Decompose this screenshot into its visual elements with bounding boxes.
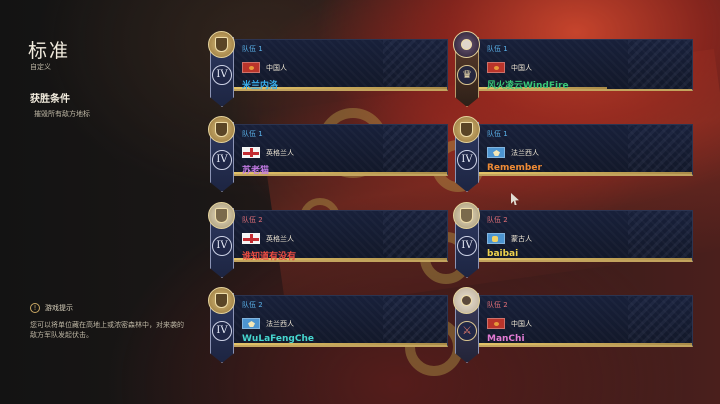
age-badge: ⚔ [457, 321, 477, 341]
civilization: 法兰西人 [487, 147, 539, 158]
age-badge: IV [212, 236, 232, 256]
civilization-name: 英格兰人 [266, 234, 294, 243]
player-name: Remember [487, 163, 542, 173]
civilization: 蒙古人 [487, 233, 532, 244]
player-portrait-icon [453, 287, 480, 314]
team-label: 队伍 1 [242, 130, 263, 138]
player-card[interactable]: ⚔ 队伍 2 中国人 ManChi [453, 287, 693, 363]
game-mode-title: 标准 [28, 40, 71, 62]
player-card[interactable]: ♛ 队伍 1 中国人 风火凌云WindFire [453, 31, 693, 107]
player-emblem-icon [453, 116, 480, 143]
player-emblem-icon [208, 116, 235, 143]
team-label: 队伍 1 [487, 45, 508, 53]
civilization: 中国人 [242, 62, 287, 73]
player-card[interactable]: IV 队伍 2 蒙古人 baibai [453, 202, 693, 278]
player-name: baibai [487, 249, 519, 259]
mongol-flag-icon [487, 233, 505, 244]
civilization-name: 中国人 [266, 63, 287, 72]
age-badge: IV [212, 150, 232, 170]
age-badge: IV [212, 65, 232, 85]
china-flag-icon [242, 62, 260, 73]
player-name: WuLaFengChe [242, 334, 314, 344]
player-emblem-icon [208, 202, 235, 229]
team-label: 队伍 2 [242, 216, 263, 224]
player-emblem-icon [208, 31, 235, 58]
team-label: 队伍 1 [242, 45, 263, 53]
civilization-name: 蒙古人 [511, 234, 532, 243]
player-portrait-icon [453, 31, 480, 58]
player-name: 苏老猫 [242, 166, 270, 176]
france-flag-icon [242, 318, 260, 329]
game-mode-subtitle: 自定义 [30, 63, 51, 71]
player-card[interactable]: IV 队伍 1 中国人 米兰内洛 [208, 31, 448, 107]
civilization-name: 法兰西人 [266, 319, 294, 328]
civilization-name: 中国人 [511, 63, 532, 72]
civilization: 中国人 [487, 62, 532, 73]
victory-condition-text: 摧毁所有敌方地标 [34, 110, 90, 118]
age-badge: IV [457, 150, 477, 170]
player-name: 谁知道有没有 [242, 252, 297, 262]
civilization-name: 中国人 [511, 319, 532, 328]
civilization: 英格兰人 [242, 233, 294, 244]
player-card[interactable]: IV 队伍 2 法兰西人 WuLaFengChe [208, 287, 448, 363]
civilization: 法兰西人 [242, 318, 294, 329]
age-badge: ♛ [457, 65, 477, 85]
civilization: 中国人 [487, 318, 532, 329]
game-tip-text: 您可以将单位藏在高地上或浓密森林中，对来袭的敌方军队发起伏击。 [30, 321, 184, 339]
player-emblem-icon [208, 287, 235, 314]
player-name: ManChi [487, 334, 525, 344]
player-card[interactable]: IV 队伍 1 法兰西人 Remember [453, 116, 693, 192]
china-flag-icon [487, 318, 505, 329]
civilization-name: 法兰西人 [511, 148, 539, 157]
player-card[interactable]: IV 队伍 1 英格兰人 苏老猫 [208, 116, 448, 192]
england-flag-icon [242, 147, 260, 158]
civilization-name: 英格兰人 [266, 148, 294, 157]
team-label: 队伍 1 [487, 130, 508, 138]
game-tip-label: 游戏提示 [45, 304, 73, 312]
team-label: 队伍 2 [487, 216, 508, 224]
france-flag-icon [487, 147, 505, 158]
player-card[interactable]: IV 队伍 2 英格兰人 谁知道有没有 [208, 202, 448, 278]
age-badge: IV [212, 321, 232, 341]
victory-conditions-heading: 获胜条件 [30, 94, 70, 105]
team-label: 队伍 2 [242, 301, 263, 309]
player-name: 米兰内洛 [242, 81, 279, 91]
age-badge: IV [457, 236, 477, 256]
civilization: 英格兰人 [242, 147, 294, 158]
player-emblem-icon [453, 202, 480, 229]
england-flag-icon [242, 233, 260, 244]
player-name: 风火凌云WindFire [487, 81, 569, 91]
china-flag-icon [487, 62, 505, 73]
team-label: 队伍 2 [487, 301, 508, 309]
info-icon: ! [30, 303, 40, 313]
game-tip-header: ! 游戏提示 [30, 303, 73, 313]
